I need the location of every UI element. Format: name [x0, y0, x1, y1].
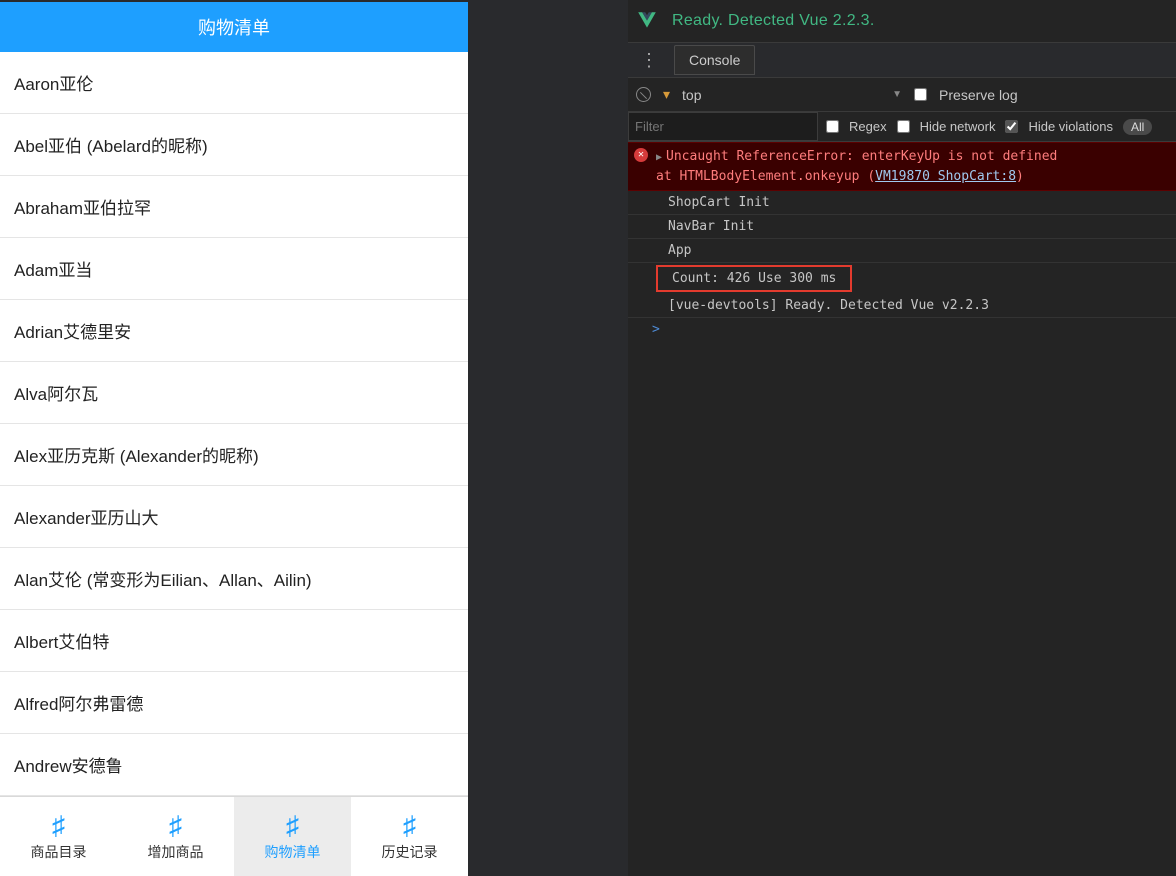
list-item[interactable]: Alan艾伦 (常变形为Eilian、Allan、Ailin) — [0, 548, 468, 610]
console-prompt[interactable]: > — [628, 318, 1176, 341]
vue-logo-icon — [636, 10, 658, 32]
vue-devtools-banner: Ready. Detected Vue 2.2.3. — [628, 0, 1176, 42]
filter-icon[interactable]: ▾ — [663, 86, 670, 103]
list-item[interactable]: Aaron亚伦 — [0, 52, 468, 114]
hash-icon: ♯ — [286, 812, 299, 838]
console-log-highlighted[interactable]: Count: 426 Use 300 ms — [660, 267, 848, 290]
mobile-app: 购物清单 Aaron亚伦 Abel亚伯 (Abelard的昵称) Abraham… — [0, 2, 468, 876]
hide-violations-label: Hide violations — [1028, 119, 1113, 134]
console-output[interactable]: ✕ ▶ Uncaught ReferenceError: enterKeyUp i… — [628, 142, 1176, 876]
error-source-link[interactable]: VM19870 ShopCart:8 — [875, 169, 1016, 184]
devtools-panel: Ready. Detected Vue 2.2.3. ⋮ Console ▾ t… — [628, 0, 1176, 876]
console-log[interactable]: App — [628, 239, 1176, 263]
nav-label: 购物清单 — [265, 842, 321, 862]
page-title: 购物清单 — [0, 2, 468, 52]
list-item[interactable]: Alfred阿尔弗雷德 — [0, 672, 468, 734]
list-item[interactable]: Alex亚历克斯 (Alexander的昵称) — [0, 424, 468, 486]
list-item[interactable]: Alexander亚历山大 — [0, 486, 468, 548]
list-item[interactable]: Alva阿尔瓦 — [0, 362, 468, 424]
nav-add[interactable]: ♯ 增加商品 — [117, 797, 234, 876]
nav-history[interactable]: ♯ 历史记录 — [351, 797, 468, 876]
list-item[interactable]: Adam亚当 — [0, 238, 468, 300]
devtools-tabbar: ⋮ Console — [628, 42, 1176, 78]
expand-icon[interactable]: ▶ — [656, 152, 662, 163]
console-log[interactable]: [vue-devtools] Ready. Detected Vue v2.2.… — [628, 294, 1176, 318]
error-line-1: Uncaught ReferenceError: enterKeyUp is n… — [666, 149, 1057, 164]
clear-console-icon[interactable] — [636, 87, 651, 102]
list-item[interactable]: Andrew安德鲁 — [0, 734, 468, 796]
nav-label: 增加商品 — [148, 842, 204, 862]
error-icon: ✕ — [634, 148, 648, 162]
tab-console[interactable]: Console — [674, 45, 755, 75]
hash-icon: ♯ — [169, 812, 182, 838]
console-toolbar: ▾ top ▼ Preserve log — [628, 78, 1176, 112]
list-item[interactable]: Adrian艾德里安 — [0, 300, 468, 362]
console-error[interactable]: ✕ ▶ Uncaught ReferenceError: enterKeyUp i… — [628, 142, 1176, 191]
more-icon[interactable]: ⋮ — [634, 50, 664, 71]
context-label: top — [682, 87, 701, 103]
chevron-down-icon: ▼ — [892, 89, 902, 100]
context-selector[interactable]: top ▼ — [682, 87, 902, 103]
nav-label: 历史记录 — [382, 842, 438, 862]
regex-label: Regex — [849, 119, 887, 134]
filter-input[interactable] — [628, 112, 818, 141]
list-item[interactable]: Albert艾伯特 — [0, 610, 468, 672]
levels-all-pill[interactable]: All — [1123, 119, 1152, 135]
nav-label: 商品目录 — [31, 842, 87, 862]
regex-checkbox[interactable] — [826, 120, 839, 133]
hide-violations-checkbox[interactable] — [1005, 120, 1018, 133]
console-log[interactable]: NavBar Init — [628, 215, 1176, 239]
nav-cart[interactable]: ♯ 购物清单 — [234, 797, 351, 876]
hash-icon: ♯ — [52, 812, 65, 838]
preserve-log-label: Preserve log — [939, 87, 1018, 103]
nav-catalog[interactable]: ♯ 商品目录 — [0, 797, 117, 876]
list-item[interactable]: Abel亚伯 (Abelard的昵称) — [0, 114, 468, 176]
console-filter-row: Regex Hide network Hide violations All — [628, 112, 1176, 142]
preserve-log-checkbox[interactable] — [914, 88, 927, 101]
shopping-list[interactable]: Aaron亚伦 Abel亚伯 (Abelard的昵称) Abraham亚伯拉罕 … — [0, 52, 468, 796]
highlighted-log-box: Count: 426 Use 300 ms — [656, 265, 852, 292]
error-line-2-prefix: at HTMLBodyElement.onkeyup ( — [656, 169, 875, 184]
hash-icon: ♯ — [403, 812, 416, 838]
bottom-nav: ♯ 商品目录 ♯ 增加商品 ♯ 购物清单 ♯ 历史记录 — [0, 796, 468, 876]
error-line-2-suffix: ) — [1016, 169, 1024, 184]
hide-network-checkbox[interactable] — [897, 120, 910, 133]
console-log[interactable]: ShopCart Init — [628, 191, 1176, 215]
list-item[interactable]: Abraham亚伯拉罕 — [0, 176, 468, 238]
vue-banner-text: Ready. Detected Vue 2.2.3. — [672, 12, 875, 30]
dark-gap — [468, 0, 628, 876]
hide-network-label: Hide network — [920, 119, 996, 134]
